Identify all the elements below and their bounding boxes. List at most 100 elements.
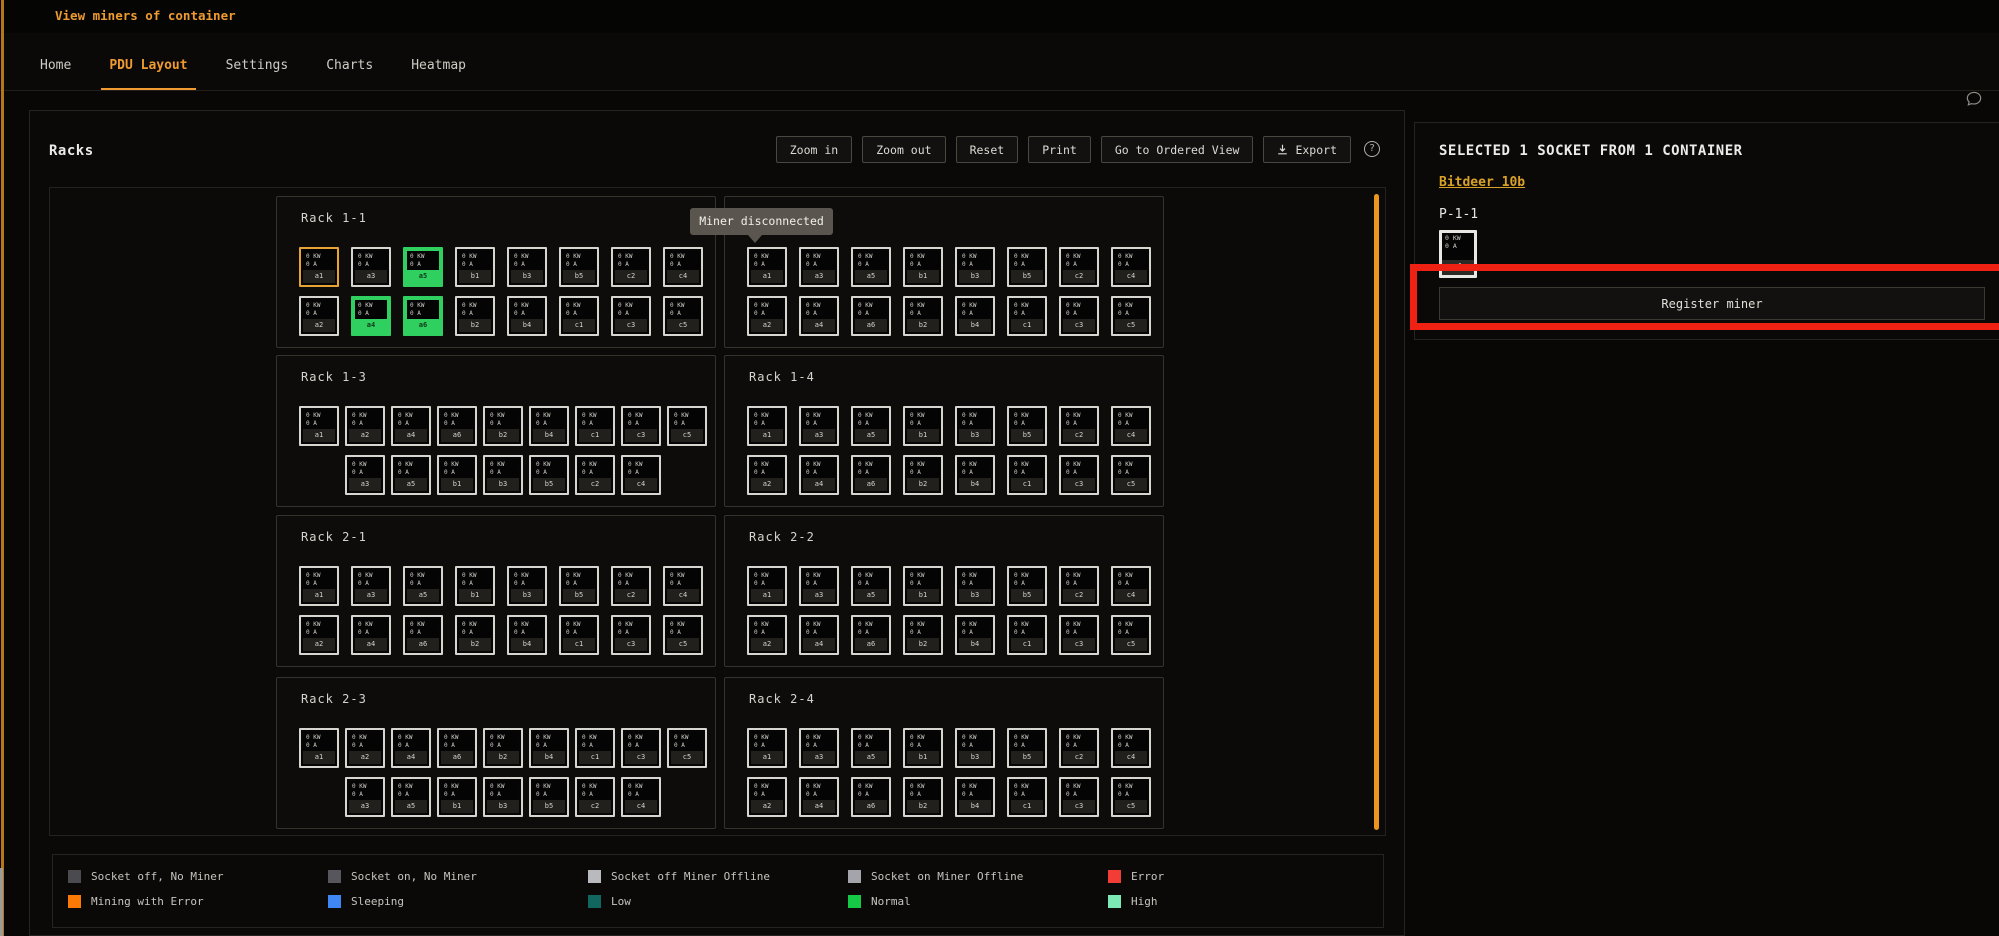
socket-c5[interactable]: 0 KW0 Ac5 <box>667 406 707 446</box>
socket-b1[interactable]: 0 KW0 Ab1 <box>903 247 943 287</box>
socket-a1[interactable]: 0 KW0 Aa1 <box>747 247 787 287</box>
socket-a5[interactable]: 0 KW0 Aa5 <box>391 455 431 495</box>
socket-a4[interactable]: 0 KW0 Aa4 <box>799 615 839 655</box>
export-button[interactable]: Export <box>1263 136 1351 163</box>
socket-a3[interactable]: 0 KW0 Aa3 <box>345 777 385 817</box>
socket-c4[interactable]: 0 KW0 Ac4 <box>621 455 661 495</box>
socket-a3[interactable]: 0 KW0 Aa3 <box>799 728 839 768</box>
socket-c5[interactable]: 0 KW0 Ac5 <box>1111 615 1151 655</box>
socket-b1[interactable]: 0 KW0 Ab1 <box>903 728 943 768</box>
socket-c2[interactable]: 0 KW0 Ac2 <box>1059 247 1099 287</box>
socket-b1[interactable]: 0 KW0 Ab1 <box>903 566 943 606</box>
socket-c2[interactable]: 0 KW0 Ac2 <box>1059 406 1099 446</box>
tab-settings[interactable]: Settings <box>218 58 297 90</box>
socket-c1[interactable]: 0 KW0 Ac1 <box>1007 296 1047 336</box>
socket-b4[interactable]: 0 KW0 Ab4 <box>529 728 569 768</box>
socket-a2[interactable]: 0 KW0 Aa2 <box>299 615 339 655</box>
socket-a5[interactable]: 0 KW0 Aa5 <box>403 247 443 287</box>
socket-a4[interactable]: 0 KW0 Aa4 <box>351 615 391 655</box>
socket-b1[interactable]: 0 KW0 Ab1 <box>437 777 477 817</box>
socket-c3[interactable]: 0 KW0 Ac3 <box>1059 615 1099 655</box>
socket-a3[interactable]: 0 KW0 Aa3 <box>799 247 839 287</box>
socket-b5[interactable]: 0 KW0 Ab5 <box>559 566 599 606</box>
socket-a1[interactable]: 0 KW0 Aa1 <box>299 406 339 446</box>
socket-c5[interactable]: 0 KW0 Ac5 <box>663 296 703 336</box>
socket-b5[interactable]: 0 KW0 Ab5 <box>1007 406 1047 446</box>
socket-a6[interactable]: 0 KW0 Aa6 <box>403 615 443 655</box>
socket-a6[interactable]: 0 KW0 Aa6 <box>437 728 477 768</box>
socket-a5[interactable]: 0 KW0 Aa5 <box>851 247 891 287</box>
socket-c1[interactable]: 0 KW0 Ac1 <box>1007 455 1047 495</box>
socket-a5[interactable]: 0 KW0 Aa5 <box>403 566 443 606</box>
socket-c4[interactable]: 0 KW0 Ac4 <box>1111 406 1151 446</box>
socket-a5[interactable]: 0 KW0 Aa5 <box>851 406 891 446</box>
socket-c1[interactable]: 0 KW0 Ac1 <box>575 406 615 446</box>
socket-a3[interactable]: 0 KW0 Aa3 <box>799 566 839 606</box>
socket-b4[interactable]: 0 KW0 Ab4 <box>529 406 569 446</box>
socket-c1[interactable]: 0 KW0 Ac1 <box>1007 777 1047 817</box>
socket-b3[interactable]: 0 KW0 Ab3 <box>955 566 995 606</box>
socket-c2[interactable]: 0 KW0 Ac2 <box>575 777 615 817</box>
socket-c5[interactable]: 0 KW0 Ac5 <box>667 728 707 768</box>
socket-c4[interactable]: 0 KW0 Ac4 <box>663 566 703 606</box>
socket-c4[interactable]: 0 KW0 Ac4 <box>1111 247 1151 287</box>
socket-a2[interactable]: 0 KW0 Aa2 <box>747 296 787 336</box>
socket-b4[interactable]: 0 KW0 Ab4 <box>955 777 995 817</box>
viewport-scrollbar[interactable] <box>1374 194 1379 830</box>
socket-c3[interactable]: 0 KW0 Ac3 <box>1059 777 1099 817</box>
socket-a4[interactable]: 0 KW0 Aa4 <box>391 406 431 446</box>
socket-b1[interactable]: 0 KW0 Ab1 <box>437 455 477 495</box>
socket-a2[interactable]: 0 KW0 Aa2 <box>747 777 787 817</box>
socket-a6[interactable]: 0 KW0 Aa6 <box>851 777 891 817</box>
socket-a6[interactable]: 0 KW0 Aa6 <box>851 455 891 495</box>
socket-c4[interactable]: 0 KW0 Ac4 <box>621 777 661 817</box>
socket-c3[interactable]: 0 KW0 Ac3 <box>621 728 661 768</box>
socket-b3[interactable]: 0 KW0 Ab3 <box>507 566 547 606</box>
zoom-out-button[interactable]: Zoom out <box>862 136 945 163</box>
socket-c3[interactable]: 0 KW0 Ac3 <box>621 406 661 446</box>
socket-b5[interactable]: 0 KW0 Ab5 <box>1007 566 1047 606</box>
socket-c3[interactable]: 0 KW0 Ac3 <box>1059 455 1099 495</box>
container-link[interactable]: Bitdeer 10b <box>1439 175 1525 190</box>
socket-a3[interactable]: 0 KW0 Aa3 <box>351 566 391 606</box>
socket-a1[interactable]: 0 KW0 Aa1 <box>747 728 787 768</box>
socket-c2[interactable]: 0 KW0 Ac2 <box>1059 566 1099 606</box>
socket-b5[interactable]: 0 KW0 Ab5 <box>529 777 569 817</box>
socket-b5[interactable]: 0 KW0 Ab5 <box>559 247 599 287</box>
socket-b3[interactable]: 0 KW0 Ab3 <box>483 455 523 495</box>
socket-a4[interactable]: 0 KW0 Aa4 <box>799 455 839 495</box>
help-icon[interactable]: ? <box>1364 141 1380 157</box>
socket-a3[interactable]: 0 KW0 Aa3 <box>345 455 385 495</box>
socket-a2[interactable]: 0 KW0 Aa2 <box>345 728 385 768</box>
socket-c2[interactable]: 0 KW0 Ac2 <box>611 247 651 287</box>
socket-c5[interactable]: 0 KW0 Ac5 <box>1111 777 1151 817</box>
socket-a5[interactable]: 0 KW0 Aa5 <box>851 566 891 606</box>
reset-button[interactable]: Reset <box>956 136 1019 163</box>
socket-c3[interactable]: 0 KW0 Ac3 <box>611 296 651 336</box>
socket-a4[interactable]: 0 KW0 Aa4 <box>799 296 839 336</box>
socket-c1[interactable]: 0 KW0 Ac1 <box>559 296 599 336</box>
socket-b1[interactable]: 0 KW0 Ab1 <box>455 566 495 606</box>
socket-b2[interactable]: 0 KW0 Ab2 <box>903 455 943 495</box>
socket-b4[interactable]: 0 KW0 Ab4 <box>955 615 995 655</box>
socket-b3[interactable]: 0 KW0 Ab3 <box>955 728 995 768</box>
socket-a4[interactable]: 0 KW0 Aa4 <box>351 296 391 336</box>
zoom-in-button[interactable]: Zoom in <box>776 136 852 163</box>
go-to-ordered-view-button[interactable]: Go to Ordered View <box>1101 136 1254 163</box>
socket-b4[interactable]: 0 KW0 Ab4 <box>507 296 547 336</box>
socket-b2[interactable]: 0 KW0 Ab2 <box>483 728 523 768</box>
tab-pdu-layout[interactable]: PDU Layout <box>101 58 195 90</box>
left-scrollbar-thumb[interactable] <box>0 868 3 936</box>
socket-a1[interactable]: 0 KW0 Aa1 <box>299 247 339 287</box>
socket-a5[interactable]: 0 KW0 Aa5 <box>851 728 891 768</box>
socket-a6[interactable]: 0 KW0 Aa6 <box>851 615 891 655</box>
socket-b2[interactable]: 0 KW0 Ab2 <box>903 777 943 817</box>
socket-c1[interactable]: 0 KW0 Ac1 <box>1007 615 1047 655</box>
print-button[interactable]: Print <box>1028 136 1091 163</box>
socket-b1[interactable]: 0 KW0 Ab1 <box>455 247 495 287</box>
tab-home[interactable]: Home <box>32 58 79 90</box>
tab-heatmap[interactable]: Heatmap <box>403 58 474 90</box>
socket-b2[interactable]: 0 KW0 Ab2 <box>903 296 943 336</box>
socket-c5[interactable]: 0 KW0 Ac5 <box>1111 455 1151 495</box>
socket-b5[interactable]: 0 KW0 Ab5 <box>1007 247 1047 287</box>
